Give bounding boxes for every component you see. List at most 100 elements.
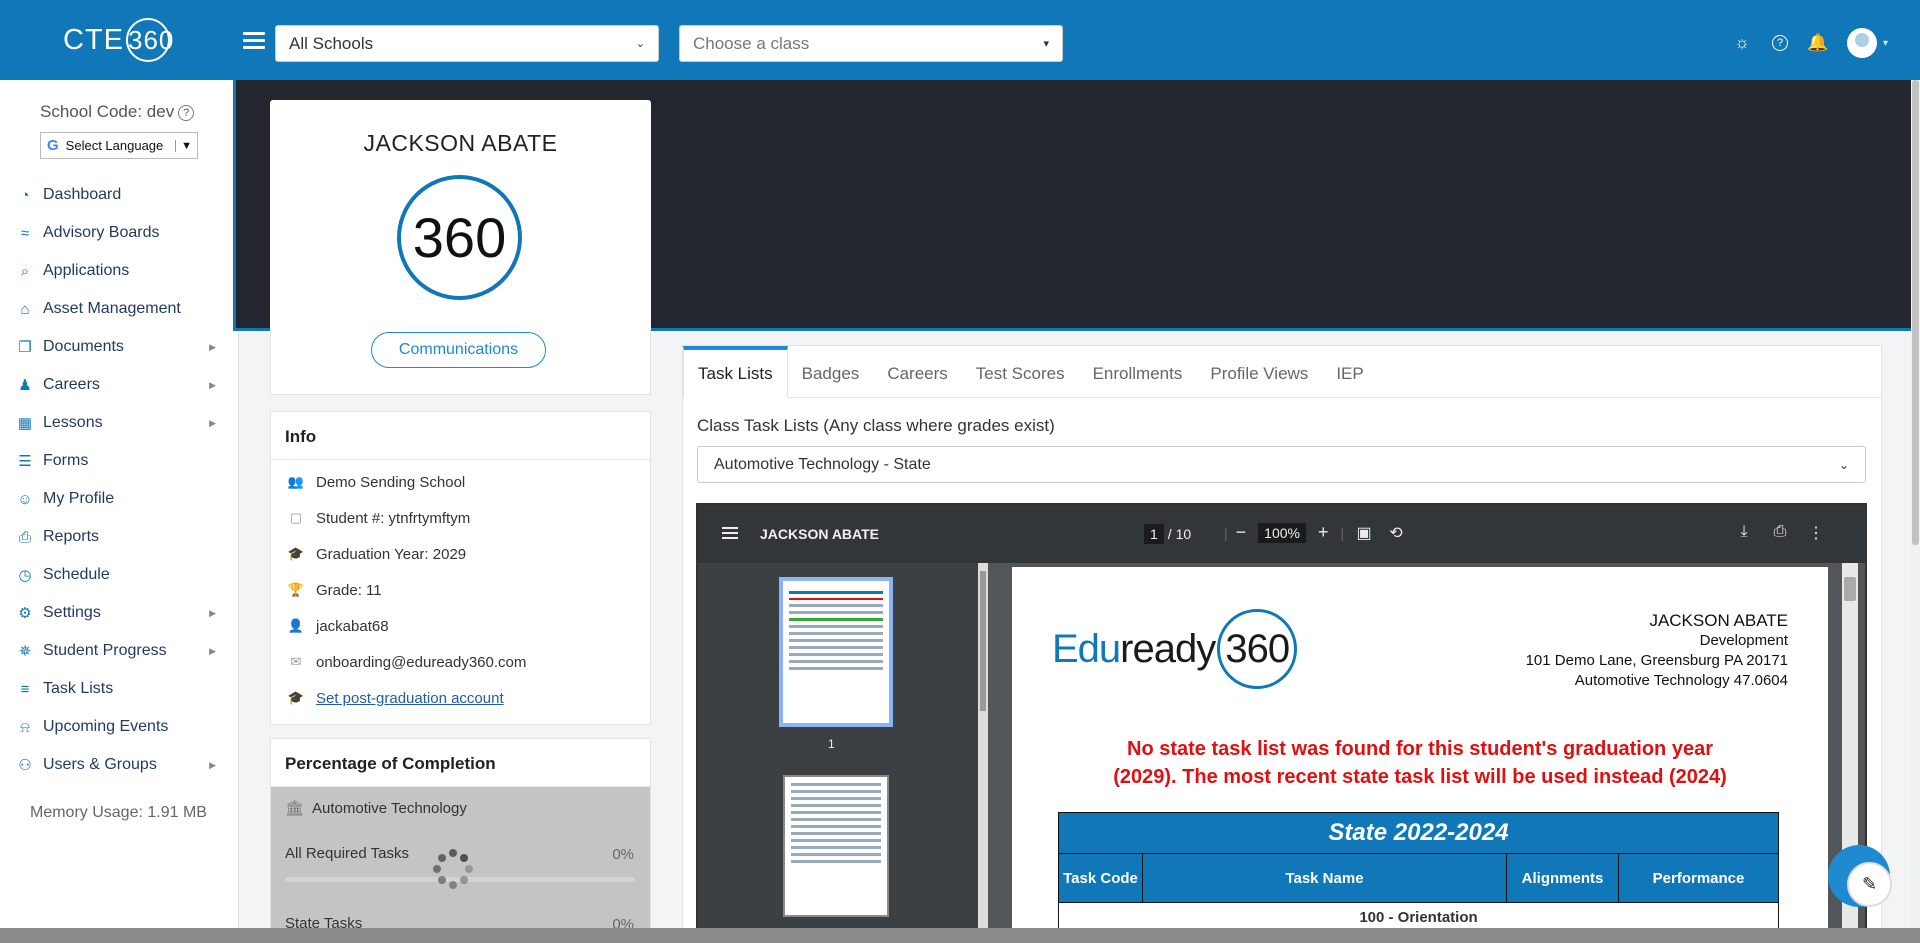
avatar-caret-icon[interactable]: ▾ (1883, 38, 1888, 49)
communications-button[interactable]: Communications (371, 332, 546, 368)
pdf-menu-icon[interactable] (722, 527, 738, 542)
download-icon[interactable]: ⤓ (1734, 523, 1754, 541)
pdf-zoom-input[interactable]: 100% (1258, 522, 1306, 543)
sidebar-item-careers[interactable]: ♟ Careers ▶ (0, 366, 239, 404)
completion-card: Percentage of Completion 🏛 Automotive Tec… (270, 738, 651, 943)
info-username-text: jackabat68 (316, 617, 389, 635)
sidebar-item-label: Settings (43, 604, 101, 621)
sidebar-item-label: Documents (43, 338, 124, 355)
tab-task-lists[interactable]: Task Lists (683, 346, 788, 398)
pdf-thumbnail-1[interactable] (779, 577, 893, 727)
sidebar-item-label: Schedule (43, 566, 110, 583)
dashboard-icon: ◔ (20, 186, 30, 204)
doc-line4: Automotive Technology 47.0604 (1574, 672, 1788, 689)
sidebar-item-student-progress[interactable]: ✵ Student Progress ▶ (0, 632, 239, 670)
sidebar-item-upcoming-events[interactable]: ⍾ Upcoming Events (0, 708, 239, 746)
tab-profile-views[interactable]: Profile Views (1196, 346, 1322, 398)
fit-page-icon[interactable]: ▣ (1354, 523, 1374, 543)
list-icon: ≡ (20, 680, 30, 698)
sidebar-item-schedule[interactable]: ◷ Schedule (0, 556, 239, 594)
menu-toggle-icon[interactable] (243, 32, 265, 50)
col-task-code: Task Code (1058, 853, 1143, 903)
horizontal-scrollbar[interactable] (0, 928, 1920, 943)
task-list-select[interactable]: Automotive Technology - State ⌄ (697, 446, 1866, 483)
sidebar-item-task-lists[interactable]: ≡ Task Lists (0, 670, 239, 708)
rotate-icon[interactable]: ⟲ (1386, 523, 1406, 543)
sidebar-item-dashboard[interactable]: ◔ Dashboard (0, 176, 239, 214)
sidebar-item-label: Lessons (43, 414, 103, 431)
class-select[interactable]: Choose a class ▾ (679, 25, 1063, 62)
info-student-number: ▢ Student #: ytnfrtymftym (271, 500, 650, 536)
info-grad-year: 🎓 Graduation Year: 2029 (271, 536, 650, 572)
sidebar-item-my-profile[interactable]: ☺ My Profile (0, 480, 239, 518)
print-icon[interactable]: ⎙ (1770, 523, 1790, 541)
info-username: 👤 jackabat68 (271, 608, 650, 644)
help-icon[interactable]: ? (1772, 35, 1788, 51)
sidebar-item-label: Users & Groups (43, 756, 157, 773)
sidebar-item-users-groups[interactable]: ⚇ Users & Groups ▶ (0, 746, 239, 784)
graduation-cap-icon: 🎓 (287, 546, 305, 561)
student-name: JACKSON ABATE (363, 130, 558, 156)
clock-icon: ◷ (18, 567, 32, 584)
chat-pen-icon[interactable]: ✎ (1847, 862, 1892, 907)
info-school: 👥 Demo Sending School (271, 464, 650, 500)
doc-warning-line2: (2029). The most recent state task list … (1113, 766, 1727, 788)
handshake-icon: ≈ (20, 224, 30, 242)
app-logo[interactable]: CTE 360 (63, 18, 183, 62)
bell-icon[interactable]: 🔔 (1807, 32, 1829, 54)
sidebar-item-settings[interactable]: ⚙ Settings ▶ (0, 594, 239, 632)
tab-test-scores[interactable]: Test Scores (962, 346, 1079, 398)
tab-iep[interactable]: IEP (1322, 346, 1377, 398)
chevron-down-icon: ⌄ (635, 38, 645, 50)
sidebar: School Code: dev? G Select Language ▼ ◔ D… (0, 80, 239, 943)
pdf-page-indicator: 1/ 10 (1144, 524, 1191, 544)
info-title: Info (271, 412, 650, 460)
tab-enrollments[interactable]: Enrollments (1079, 346, 1197, 398)
sidebar-item-advisory-boards[interactable]: ≈ Advisory Boards (0, 214, 239, 252)
page-scrollbar[interactable] (1911, 80, 1920, 943)
caret-right-icon: ▶ (209, 341, 216, 352)
gears-icon: ⚙ (18, 605, 32, 622)
school-select[interactable]: All Schools ⌄ (275, 25, 659, 62)
language-select[interactable]: G Select Language ▼ (40, 132, 198, 159)
sidebar-item-reports[interactable]: ⎙ Reports (0, 518, 239, 556)
sidebar-item-forms[interactable]: ☰ Forms (0, 442, 239, 480)
user-avatar[interactable] (1847, 28, 1877, 58)
logo-ring: 360 (126, 18, 173, 62)
zoom-in-icon[interactable]: + (1318, 522, 1329, 543)
loading-spinner-icon (431, 847, 475, 891)
caret-right-icon: ▶ (209, 759, 216, 770)
completion-body: 🏛 Automotive Technology All Required Task… (271, 787, 650, 943)
caret-right-icon: ▶ (209, 645, 216, 656)
doc-student-name: JACKSON ABATE (1649, 611, 1788, 630)
tab-careers[interactable]: Careers (873, 346, 961, 398)
pdf-page-input[interactable]: 1 (1144, 524, 1164, 544)
profile-tabs-panel: Task Lists Badges Careers Test Scores Enroll… (682, 345, 1882, 943)
pdf-thumbnail-2[interactable] (783, 775, 889, 917)
pdf-title: JACKSON ABATE (760, 526, 880, 542)
form-icon: ☰ (18, 453, 32, 470)
help-circle-icon[interactable]: ? (178, 104, 195, 121)
col-alignments: Alignments (1506, 853, 1619, 903)
lightbulb-icon[interactable]: ☼ (1731, 32, 1753, 54)
pdf-page: Edu ready 360 JACKSON ABATE Development 10… (1012, 567, 1828, 943)
doc-table-title: State 2022-2024 (1058, 812, 1779, 854)
zoom-out-icon[interactable]: − (1236, 522, 1247, 543)
sidebar-item-applications[interactable]: ⌕ Applications (0, 252, 239, 290)
pdf-thumbnails: 1 (698, 563, 988, 943)
doc-warning-line1: No state task list was found for this st… (1127, 738, 1713, 760)
tab-bar: Task Lists Badges Careers Test Scores Enroll… (683, 346, 1881, 398)
sidebar-item-documents[interactable]: ❐ Documents ▶ (0, 328, 239, 366)
sidebar-item-asset-management[interactable]: ⌂ Asset Management (0, 290, 239, 328)
post-grad-link[interactable]: Set post-graduation account (316, 690, 504, 707)
col-performance: Performance (1618, 853, 1779, 903)
sidebar-item-lessons[interactable]: ▦ Lessons ▶ (0, 404, 239, 442)
pdf-toolbar: JACKSON ABATE 1/ 10 | − 100% + | ▣ ⟲ ⤓ ⎙… (698, 505, 1865, 563)
sidebar-item-label: Forms (43, 452, 89, 469)
tab-badges[interactable]: Badges (788, 346, 874, 398)
spinner-icon: ✵ (18, 643, 32, 660)
user-icon: ☺ (17, 490, 33, 508)
info-email-text: onboarding@eduready360.com (316, 653, 527, 671)
thumbnail-scrollbar[interactable] (978, 563, 988, 943)
more-options-icon[interactable]: ⋮ (1806, 523, 1826, 543)
